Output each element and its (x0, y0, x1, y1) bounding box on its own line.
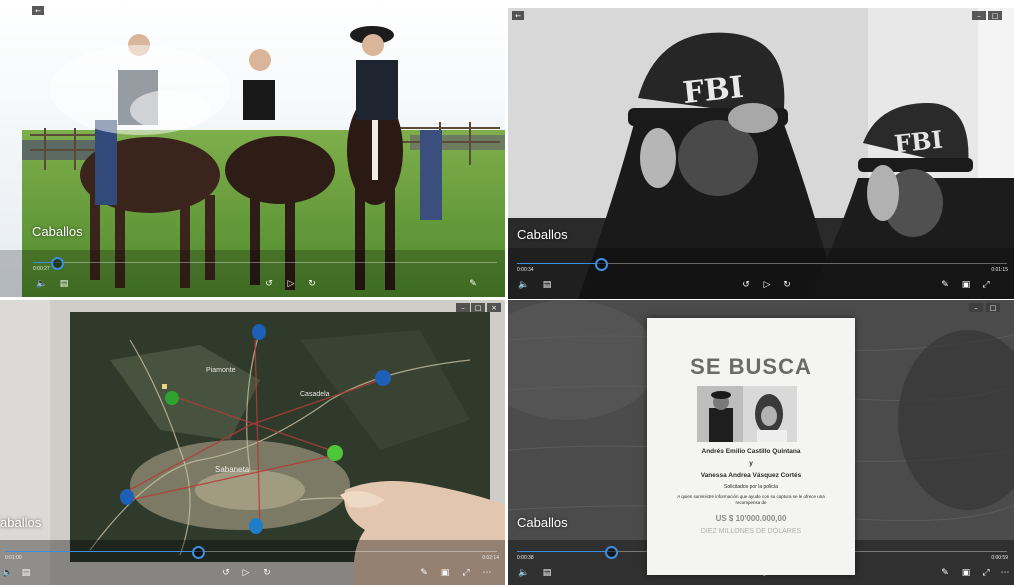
play-icon[interactable]: ▷ (240, 569, 252, 578)
elapsed-time: 0:00:34 (517, 267, 534, 273)
video-panel-top-right[interactable]: FBI FBI ← – □ Caballos 0:00:34 0:01:15 🔈… (508, 8, 1014, 299)
skip-back-10-icon[interactable]: ↺ (740, 281, 752, 290)
skip-back-10-icon[interactable]: ↺ (220, 569, 232, 578)
subtitles-icon[interactable]: ▤ (20, 569, 32, 578)
mini-view-icon[interactable]: ▣ (960, 569, 972, 578)
play-icon[interactable]: ▷ (761, 281, 773, 290)
poster-info: A quien suministre información que ayude… (677, 494, 825, 505)
seek-bar-progress (517, 551, 611, 552)
play-icon[interactable]: ▷ (285, 280, 297, 289)
fullscreen-icon[interactable]: ⤢ (460, 569, 472, 578)
video-panel-top-left[interactable]: ← Caballos 0:00:27 🔈 ▤ ↺ ▷ ↻ ✎ (0, 0, 505, 297)
subtitles-icon[interactable]: ▤ (541, 569, 553, 578)
map-label-north: Piamonte (206, 367, 236, 374)
fullscreen-icon[interactable]: ⤢ (980, 281, 992, 290)
horses-video-frame (0, 0, 505, 297)
poster-name-2: Vanessa Andrea Vásquez Cortés (700, 472, 802, 479)
wanted-poster: SE BUSCA Andrés Emilio Castillo Quintana… (647, 318, 855, 575)
back-arrow-icon[interactable]: ← (512, 11, 524, 20)
volume-icon[interactable]: 🔈 (518, 281, 530, 290)
seek-bar-thumb[interactable] (605, 546, 619, 559)
pen-icon[interactable]: ✎ (418, 569, 430, 578)
more-icon[interactable]: ⋯ (481, 569, 493, 578)
video-caption: aballos (0, 515, 42, 530)
remaining-time: 0:01:15 (991, 267, 1008, 273)
fullscreen-icon[interactable]: ⤢ (980, 569, 992, 578)
poster-title: SE BUSCA (690, 354, 812, 379)
minimize-button[interactable]: – (972, 11, 986, 20)
seek-bar-progress (5, 551, 197, 552)
skip-forward-30-icon[interactable]: ↻ (261, 569, 273, 578)
minimize-button[interactable]: – (456, 303, 470, 312)
skip-back-10-icon[interactable]: ↺ (263, 280, 275, 289)
volume-icon[interactable]: 🔈 (518, 569, 530, 578)
fbi-video-frame: FBI FBI (508, 8, 1014, 299)
restore-button[interactable]: □ (471, 303, 485, 312)
mini-view-icon[interactable]: ▣ (960, 281, 972, 290)
video-caption: Caballos (517, 227, 568, 242)
map-video-frame: Piamonte Casadela Sabaneta (0, 300, 505, 585)
seek-bar-thumb[interactable] (191, 546, 205, 559)
mini-view-icon[interactable]: ▣ (439, 569, 451, 578)
remaining-time: 0:00:59 (991, 555, 1008, 561)
elapsed-time: 0:00:38 (517, 555, 534, 561)
close-button[interactable]: × (487, 303, 501, 312)
map-label-east: Casadela (300, 391, 330, 398)
video-caption: Caballos (32, 224, 83, 239)
restore-button[interactable]: □ (988, 11, 1002, 20)
restore-button[interactable]: □ (986, 303, 1000, 312)
poster-name-1: Andrés Emilio Castillo Quintana (701, 448, 801, 455)
map-label-center: Sabaneta (215, 465, 250, 474)
poster-reward: US $ 10'000.000,00 (715, 514, 787, 523)
hat-text-left: FBI (681, 70, 745, 111)
seek-bar[interactable] (33, 257, 497, 270)
video-panel-bottom-left[interactable]: Piamonte Casadela Sabaneta – □ × aballos… (0, 300, 505, 585)
back-arrow-icon[interactable]: ← (32, 6, 44, 15)
poster-sought: Solicitados por la policía (724, 484, 778, 490)
seek-bar[interactable] (5, 546, 497, 559)
volume-icon[interactable]: 🔈 (36, 280, 48, 289)
more-icon[interactable]: ⋯ (999, 569, 1011, 578)
skip-forward-30-icon[interactable]: ↻ (306, 280, 318, 289)
seek-bar[interactable] (517, 258, 1007, 271)
pen-icon[interactable]: ✎ (939, 281, 951, 290)
seek-bar-progress (517, 263, 601, 264)
elapsed-time: 0:01:00 (5, 555, 22, 561)
pen-icon[interactable]: ✎ (467, 280, 479, 289)
video-caption: Caballos (517, 515, 568, 530)
minimize-button[interactable]: – (969, 303, 983, 312)
poster-reward-words: DIEZ MILLONES DE DÓLARES (700, 528, 802, 535)
elapsed-time: 0:00:27 (33, 266, 50, 272)
subtitles-icon[interactable]: ▤ (58, 280, 70, 289)
volume-icon[interactable]: 🔈 (2, 569, 14, 578)
poster-photo (697, 386, 797, 442)
pen-icon[interactable]: ✎ (939, 569, 951, 578)
poster-conjunction: y (749, 460, 753, 467)
skip-forward-30-icon[interactable]: ↻ (781, 281, 793, 290)
hat-text-right: FBI (893, 125, 944, 159)
subtitles-icon[interactable]: ▤ (541, 281, 553, 290)
remaining-time: 0:02:14 (482, 555, 499, 561)
